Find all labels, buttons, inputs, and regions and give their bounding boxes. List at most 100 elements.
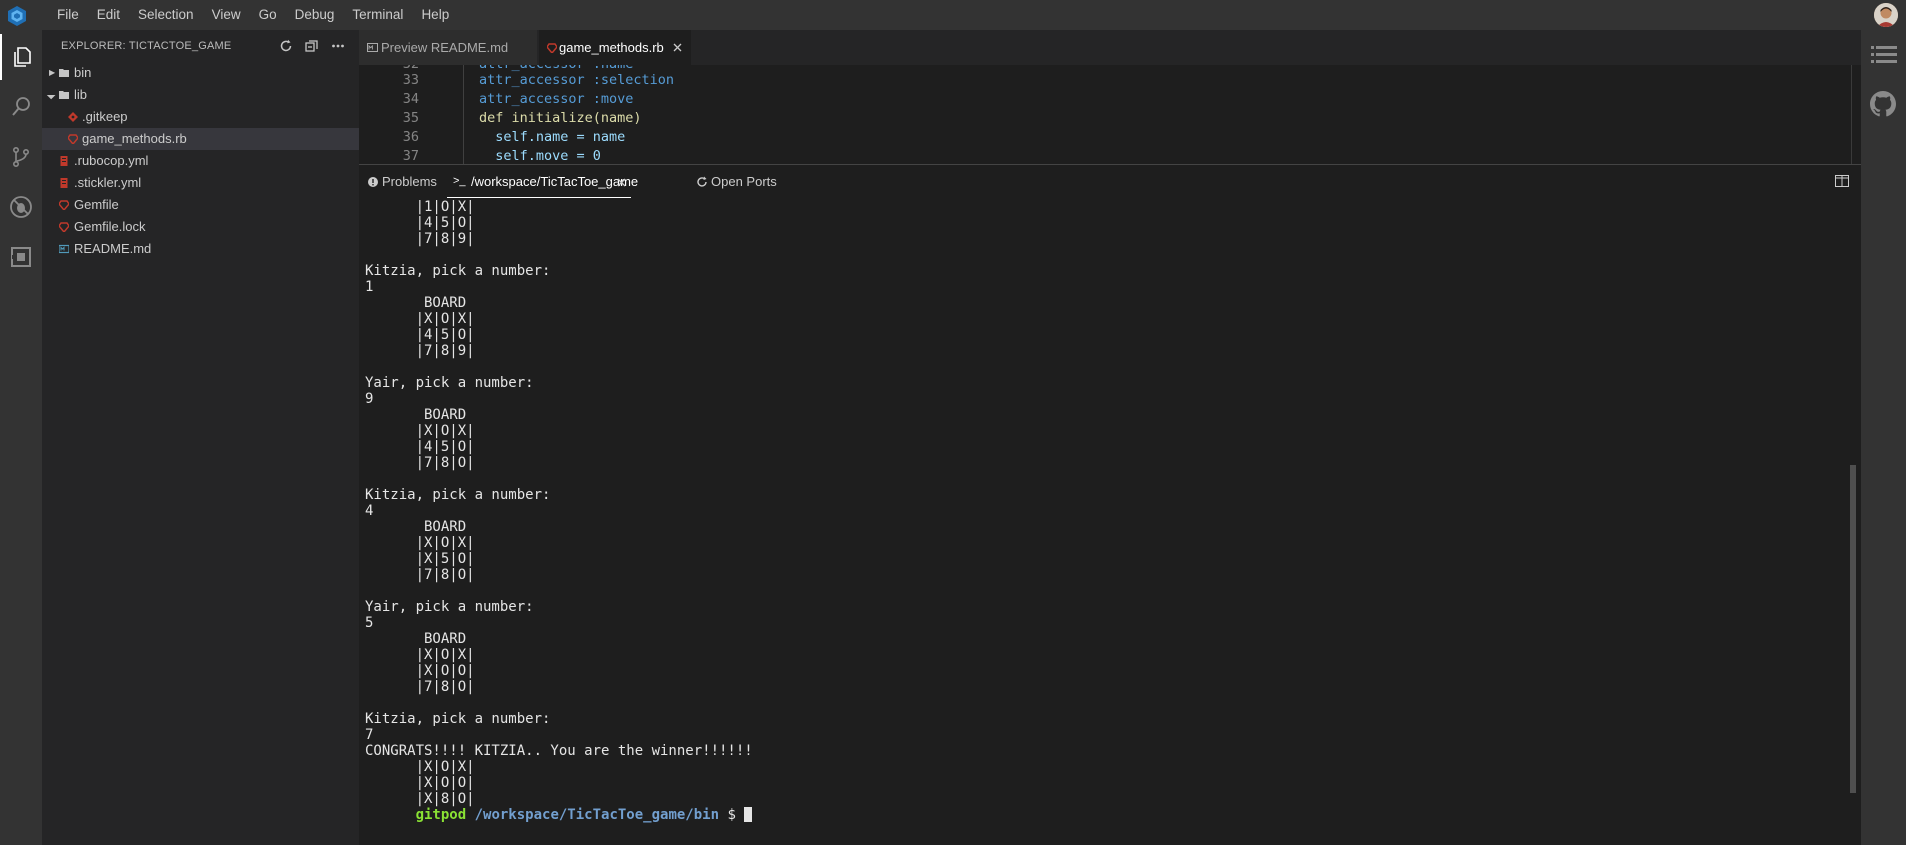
tree-label: .rubocop.yml xyxy=(74,153,149,168)
tab-label: Preview README.md xyxy=(381,40,509,55)
user-avatar[interactable] xyxy=(1874,3,1898,27)
debug-icon[interactable] xyxy=(0,184,42,230)
menu-debug[interactable]: Debug xyxy=(286,0,344,30)
explorer-title: EXPLORER: TICTACTOE_GAME xyxy=(61,40,232,52)
folder-icon xyxy=(59,69,69,77)
outline-list-icon[interactable] xyxy=(1871,44,1897,66)
menu-terminal[interactable]: Terminal xyxy=(343,0,412,30)
tab-label: Open Ports xyxy=(711,174,777,189)
terminal-line: |X|5|O| xyxy=(365,551,475,567)
terminal-line: |7|8|O| xyxy=(365,679,475,695)
github-icon[interactable] xyxy=(1870,91,1896,117)
tab-game-methods[interactable]: game_methods.rb xyxy=(539,30,691,65)
source-control-icon[interactable] xyxy=(0,134,42,180)
chevron-right-icon: ▶ xyxy=(49,68,56,77)
tree-file-stickler[interactable]: .stickler.yml xyxy=(42,172,359,194)
code-line: 35 def initialize(name) xyxy=(359,109,1839,128)
code-text: def initialize(name) xyxy=(479,110,642,126)
code-editor[interactable]: 32 attr_accessor :name 33 attr_accessor … xyxy=(359,65,1861,164)
search-icon[interactable] xyxy=(0,84,42,130)
terminal-line: |X|8|O| xyxy=(365,791,475,807)
tree-folder-lib[interactable]: ◢ lib xyxy=(42,84,359,106)
editor-scrollbar[interactable] xyxy=(1851,65,1852,164)
close-icon[interactable] xyxy=(673,43,682,52)
menu-go[interactable]: Go xyxy=(250,0,286,30)
line-number: 37 xyxy=(402,148,419,164)
info-icon xyxy=(368,177,378,187)
terminal-line: |X|O|X| xyxy=(365,311,475,327)
tree-file-rubocop[interactable]: .rubocop.yml xyxy=(42,150,359,172)
terminal-line: 7 xyxy=(365,727,374,743)
yaml-file-icon xyxy=(60,178,68,188)
sync-icon xyxy=(697,176,707,187)
activity-bar xyxy=(0,30,42,845)
tree-file-gemfile[interactable]: Gemfile xyxy=(42,194,359,216)
terminal-prompt[interactable]: gitpod /workspace/TicTacToe_game/bin $ xyxy=(365,807,1835,823)
terminal-line: |X|O|O| xyxy=(365,663,475,679)
terminal-output[interactable]: |1|O|X| |4|5|O| |7|8|9| Kitzia, pick a nu… xyxy=(365,199,1835,839)
terminal-line: |X|O|X| xyxy=(365,759,475,775)
tree-label: game_methods.rb xyxy=(82,131,187,146)
extensions-icon[interactable] xyxy=(0,234,42,280)
explorer-icon[interactable] xyxy=(0,34,42,80)
terminal-line: Kitzia, pick a number: xyxy=(365,487,551,503)
refresh-icon[interactable] xyxy=(279,39,293,53)
code-line: 33 attr_accessor :selection xyxy=(359,71,1839,90)
terminal-line: 4 xyxy=(365,503,374,519)
prompt-path: /workspace/TicTacToe_game/bin xyxy=(474,807,720,823)
avatar-icon xyxy=(1874,3,1898,27)
menu-view[interactable]: View xyxy=(203,0,250,30)
tab-preview-readme[interactable]: Preview README.md xyxy=(359,30,537,65)
git-file-icon xyxy=(68,112,78,122)
line-number: 33 xyxy=(402,72,419,88)
tree-file-readme[interactable]: README.md xyxy=(42,238,359,260)
terminal-line: |X|O|X| xyxy=(365,535,475,551)
terminal-scrollbar[interactable] xyxy=(1850,465,1856,793)
terminal-line: 9 xyxy=(365,391,374,407)
ruby-file-icon xyxy=(59,200,69,210)
more-actions-icon[interactable] xyxy=(331,39,345,53)
terminal-line: |X|O|O| xyxy=(365,775,475,791)
terminal-line: |4|5|O| xyxy=(365,327,475,343)
prompt-symbol: $ xyxy=(727,807,736,823)
tree-label: lib xyxy=(74,87,88,102)
code-line: 36 self.name = name xyxy=(359,128,1839,147)
menu-help[interactable]: Help xyxy=(412,0,458,30)
tree-label: Gemfile xyxy=(74,197,119,212)
tree-file-gitkeep[interactable]: .gitkeep xyxy=(42,106,359,128)
tree-label: Gemfile.lock xyxy=(74,219,146,234)
tree-file-game-methods[interactable]: game_methods.rb xyxy=(42,128,359,150)
terminal-line: |4|5|O| xyxy=(365,215,475,231)
terminal-line: BOARD xyxy=(365,519,467,535)
yaml-file-icon xyxy=(60,156,68,166)
tree-folder-bin[interactable]: ▶ bin xyxy=(42,62,359,84)
menu-bar: File Edit Selection View Go Debug Termin… xyxy=(0,0,1906,30)
collapse-all-icon[interactable] xyxy=(305,39,319,53)
terminal-line: 1 xyxy=(365,279,374,295)
tree-label: bin xyxy=(74,65,92,80)
tree-label: .gitkeep xyxy=(82,109,128,124)
close-icon[interactable] xyxy=(617,178,626,187)
tree-label: .stickler.yml xyxy=(74,175,142,190)
menu-selection[interactable]: Selection xyxy=(129,0,203,30)
tab-terminal[interactable]: >_ /workspace/TicTacToe_game xyxy=(447,165,638,198)
terminal-cursor xyxy=(744,807,753,822)
explorer-sidebar: EXPLORER: TICTACTOE_GAME ▶ bin ◢ lib .gi… xyxy=(42,30,359,845)
menu-file[interactable]: File xyxy=(48,0,88,30)
code-text: self.move = 0 xyxy=(479,148,601,164)
menu-edit[interactable]: Edit xyxy=(88,0,129,30)
editor-tab-bar: Preview README.md game_methods.rb xyxy=(359,30,1861,65)
terminal-line: |1|O|X| xyxy=(365,199,475,215)
terminal-line: |7|8|9| xyxy=(365,343,475,359)
tree-file-gemfile-lock[interactable]: Gemfile.lock xyxy=(42,216,359,238)
markdown-file-icon xyxy=(59,244,69,254)
terminal-line: |X|O|X| xyxy=(365,647,475,663)
terminal-line: BOARD xyxy=(365,631,467,647)
split-panel-icon[interactable] xyxy=(1835,175,1849,187)
line-number: 35 xyxy=(402,110,419,126)
terminal-line: |7|8|9| xyxy=(365,231,475,247)
ruby-file-icon xyxy=(68,134,78,144)
terminal-line: BOARD xyxy=(365,407,467,423)
